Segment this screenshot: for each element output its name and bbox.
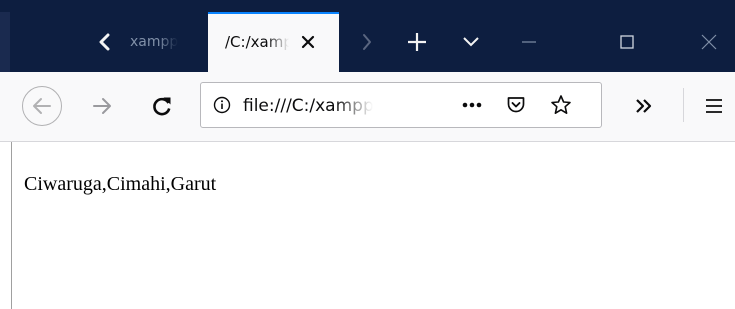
tab-strip: xampp /C:/xampp (0, 0, 735, 72)
reload-button[interactable] (142, 86, 182, 126)
url-bar[interactable]: file:///C:/xampp (200, 82, 602, 128)
page-body-text: Ciwaruga,Cimahi,Garut (24, 173, 217, 195)
tab-current[interactable]: /C:/xampp (208, 12, 339, 72)
close-icon (701, 34, 717, 50)
plus-icon (408, 33, 426, 51)
window-edge (11, 142, 12, 309)
overflow-button[interactable] (624, 86, 664, 126)
new-tab-button[interactable] (398, 12, 436, 72)
maximize-icon (620, 35, 634, 49)
menu-button[interactable] (696, 86, 732, 126)
list-all-tabs-button[interactable] (452, 12, 490, 72)
maximize-button[interactable] (604, 12, 650, 72)
arrow-right-icon (93, 98, 111, 114)
arrow-left-icon (33, 98, 51, 114)
forward-button[interactable] (82, 86, 122, 126)
hamburger-menu-icon (706, 99, 722, 113)
tab-title: xampp (130, 34, 179, 50)
page-actions-button[interactable] (459, 94, 485, 116)
minimize-icon (522, 41, 536, 43)
site-info-button[interactable] (211, 94, 233, 116)
bookmark-button[interactable] (547, 92, 575, 118)
chevron-left-icon (99, 33, 110, 51)
tabs-scroll-left-button[interactable] (86, 12, 124, 72)
tab-title: /C:/xampp (225, 33, 289, 51)
more-horizontal-icon (462, 102, 482, 108)
tab-close-button[interactable] (294, 28, 322, 56)
back-button[interactable] (22, 86, 62, 126)
pocket-icon (507, 97, 525, 113)
tab-strip-edge (0, 12, 10, 72)
minimize-button[interactable] (506, 12, 552, 72)
double-chevron-right-icon (636, 99, 652, 113)
url-text[interactable]: file:///C:/xampp (243, 96, 373, 116)
reload-icon (153, 97, 171, 116)
info-icon (213, 96, 231, 114)
toolbar-separator (683, 88, 684, 122)
page-content: Ciwaruga,Cimahi,Garut (0, 142, 735, 309)
close-icon (301, 35, 315, 49)
tabs-scroll-right-button[interactable] (352, 12, 382, 72)
navigation-toolbar: file:///C:/xampp (0, 72, 735, 142)
chevron-down-icon (463, 37, 479, 47)
window-close-button[interactable] (686, 12, 732, 72)
pocket-button[interactable] (503, 93, 529, 117)
tab-xampp[interactable]: xampp (124, 12, 206, 72)
star-icon (551, 95, 571, 114)
chevron-right-icon (363, 34, 371, 50)
